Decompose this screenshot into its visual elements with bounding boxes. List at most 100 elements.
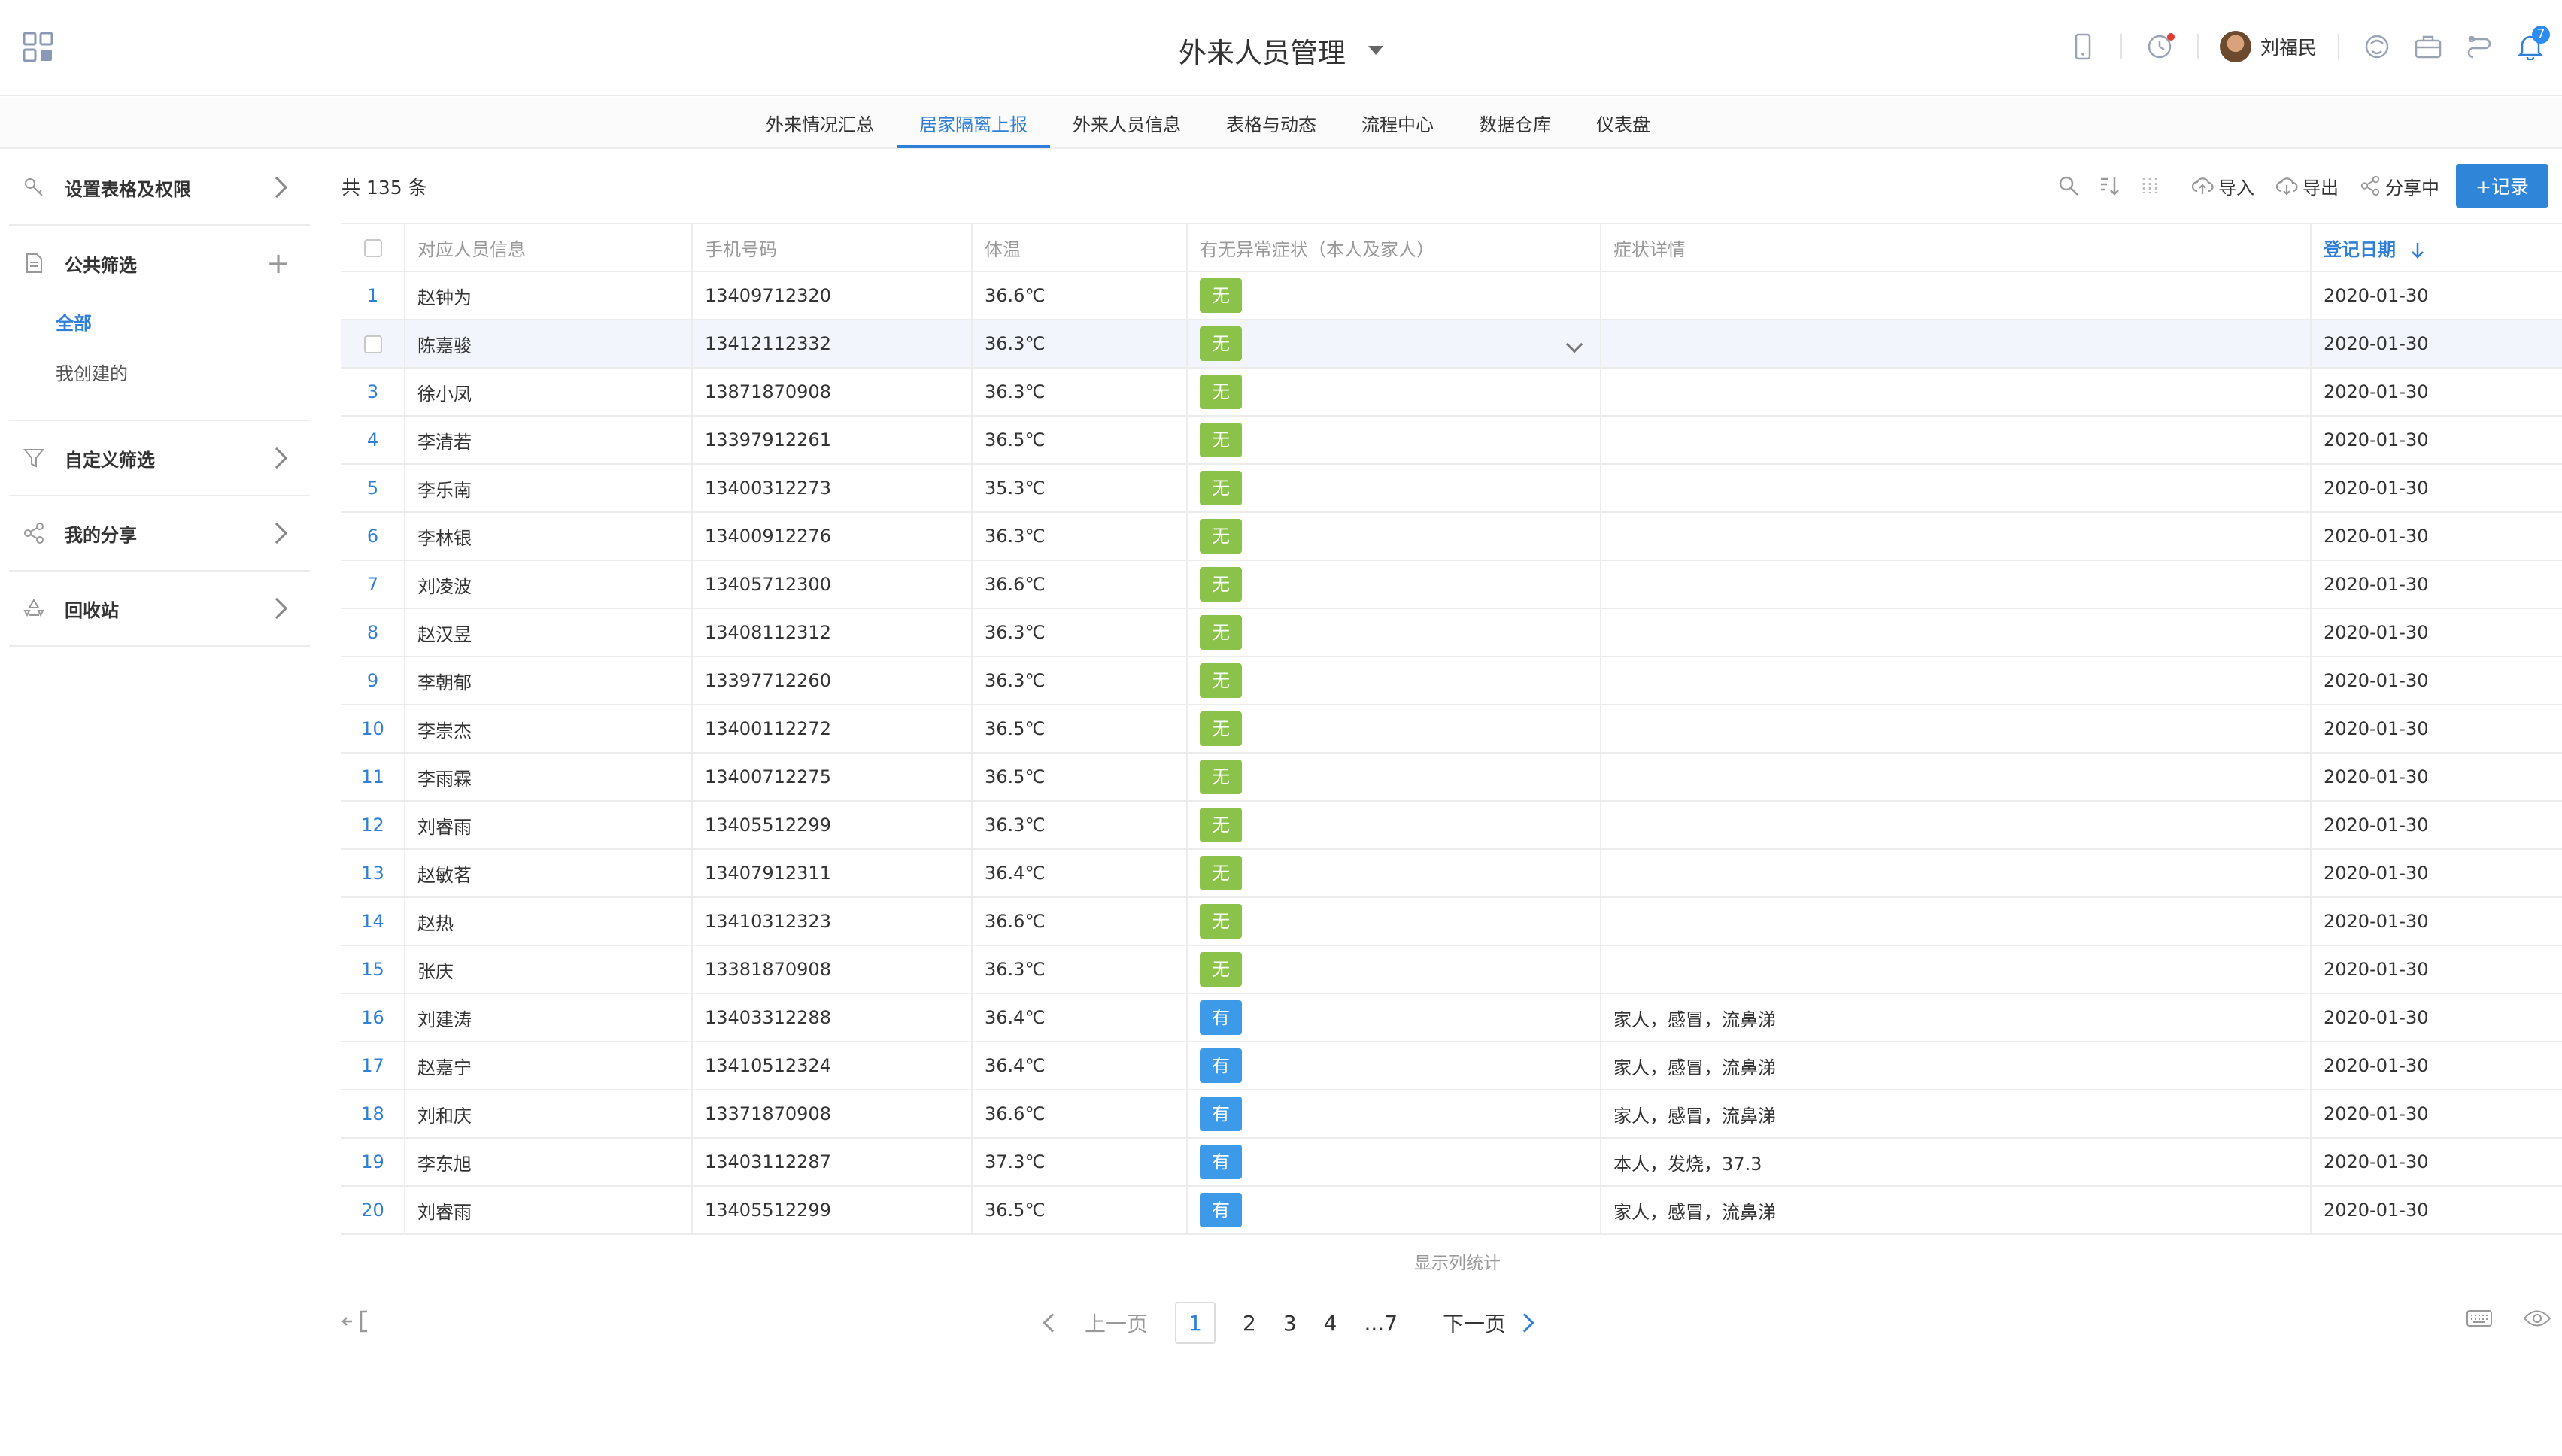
cell-symptom[interactable]: 无 xyxy=(1187,753,1601,802)
tab-visitor-info[interactable]: 外来人员信息 xyxy=(1050,98,1204,147)
cell-phone[interactable]: 13397712260 xyxy=(692,657,973,705)
cell-register-date[interactable]: 2020-01-30 xyxy=(2311,608,2562,657)
user-menu[interactable]: 刘福民 xyxy=(2219,31,2317,62)
table-row[interactable]: 1 赵钟为 13409712320 36.6℃ 无 2020-01-30 xyxy=(341,271,2562,320)
prev-page-button[interactable]: 上一页 xyxy=(1085,1308,1148,1338)
cell-register-date[interactable]: 2020-01-30 xyxy=(2311,320,2562,369)
cell-person[interactable]: 刘和庆 xyxy=(405,1090,693,1139)
table-row[interactable]: 13 赵敏茗 13407912311 36.4℃ 无 2020-01-30 xyxy=(341,849,2562,898)
cell-person[interactable]: 赵敏茗 xyxy=(405,849,693,898)
sidebar-item-recycle-bin[interactable]: 回收站 xyxy=(9,572,310,647)
import-button[interactable]: 导入 xyxy=(2191,173,2254,199)
cell-person[interactable]: 刘凌波 xyxy=(405,560,693,609)
sidebar-item-my-share[interactable]: 我的分享 xyxy=(9,496,310,572)
cell-symptom-detail[interactable] xyxy=(1601,416,2312,465)
integration-icon[interactable] xyxy=(2463,30,2496,63)
cell-register-date[interactable]: 2020-01-30 xyxy=(2311,849,2562,898)
cell-symptom[interactable]: 无 xyxy=(1187,416,1601,465)
help-icon[interactable] xyxy=(2360,30,2394,63)
keyboard-icon[interactable] xyxy=(2466,1309,2493,1332)
cell-person[interactable]: 刘睿雨 xyxy=(405,801,693,850)
eye-icon[interactable] xyxy=(2523,1309,2551,1333)
cell-phone[interactable]: 13381870908 xyxy=(692,945,973,994)
cell-person[interactable]: 李朝郁 xyxy=(405,657,693,705)
cell-phone[interactable]: 13407912311 xyxy=(692,849,973,898)
sort-icon[interactable] xyxy=(2096,173,2122,199)
cell-phone[interactable]: 13403312288 xyxy=(692,993,973,1042)
columns-icon[interactable] xyxy=(2137,173,2163,199)
collapse-sidebar-icon[interactable] xyxy=(341,1309,372,1339)
cell-temperature[interactable]: 36.3℃ xyxy=(972,801,1188,850)
cell-person[interactable]: 赵嘉宁 xyxy=(405,1042,693,1090)
column-header-register-date[interactable]: 登记日期 xyxy=(2311,223,2562,272)
cell-temperature[interactable]: 36.5℃ xyxy=(972,1186,1188,1235)
cell-phone[interactable]: 13397912261 xyxy=(692,416,973,465)
share-button[interactable]: 分享中 xyxy=(2360,173,2439,199)
cell-phone[interactable]: 13400712275 xyxy=(692,753,973,802)
sidebar-item-settings[interactable]: 设置表格及权限 xyxy=(9,150,310,226)
search-icon[interactable] xyxy=(2056,173,2081,199)
cell-temperature[interactable]: 36.5℃ xyxy=(972,705,1188,754)
cell-phone[interactable]: 13410512324 xyxy=(692,1042,973,1090)
cell-temperature[interactable]: 36.6℃ xyxy=(972,897,1188,946)
add-record-button[interactable]: +记录 xyxy=(2456,164,2548,208)
page-last-button[interactable]: ...7 xyxy=(1364,1311,1398,1336)
tab-workflow-center[interactable]: 流程中心 xyxy=(1339,98,1456,147)
briefcase-icon[interactable] xyxy=(2412,30,2445,63)
cell-temperature[interactable]: 36.5℃ xyxy=(972,416,1188,465)
cell-phone[interactable]: 13371870908 xyxy=(692,1090,973,1139)
cell-temperature[interactable]: 36.6℃ xyxy=(972,271,1188,320)
column-header-temperature[interactable]: 体温 xyxy=(972,223,1188,272)
cell-temperature[interactable]: 36.6℃ xyxy=(972,1090,1188,1139)
cell-symptom-detail[interactable]: 家人，感冒，流鼻涕 xyxy=(1601,1090,2312,1139)
cell-temperature[interactable]: 36.6℃ xyxy=(972,560,1188,609)
history-icon[interactable] xyxy=(2143,30,2176,63)
table-row[interactable]: 18 刘和庆 13371870908 36.6℃ 有 家人，感冒，流鼻涕 2020-01-3… xyxy=(341,1090,2562,1139)
select-all-checkbox[interactable] xyxy=(363,239,382,257)
cell-symptom-detail[interactable] xyxy=(1601,271,2312,320)
table-row[interactable]: 19 李东旭 13403112287 37.3℃ 有 本人，发烧，37.3 2020-01-… xyxy=(341,1138,2562,1187)
cell-person[interactable]: 李林银 xyxy=(405,512,693,561)
cell-symptom-detail[interactable]: 家人，感冒，流鼻涕 xyxy=(1601,1042,2312,1090)
page-2-button[interactable]: 2 xyxy=(1243,1311,1256,1336)
cell-symptom[interactable]: 无 xyxy=(1187,945,1601,994)
cell-symptom[interactable]: 无 xyxy=(1187,271,1601,320)
cell-symptom[interactable]: 无 xyxy=(1187,849,1601,898)
cell-phone[interactable]: 13408112312 xyxy=(692,608,973,657)
sidebar-item-public-filter[interactable]: 公共筛选 + xyxy=(9,226,310,301)
cell-symptom-detail[interactable] xyxy=(1601,897,2312,946)
tab-dashboard[interactable]: 仪表盘 xyxy=(1574,98,1673,147)
cell-symptom-detail[interactable] xyxy=(1601,849,2312,898)
cell-temperature[interactable]: 36.4℃ xyxy=(972,849,1188,898)
cell-symptom[interactable]: 有 xyxy=(1187,1042,1601,1090)
cell-symptom[interactable]: 有 xyxy=(1187,1186,1601,1235)
table-row[interactable]: 12 刘睿雨 13405512299 36.3℃ 无 2020-01-30 xyxy=(341,801,2562,850)
cell-symptom[interactable]: 无 xyxy=(1187,705,1601,754)
cell-symptom-detail[interactable] xyxy=(1601,801,2312,850)
cell-person[interactable]: 李清若 xyxy=(405,416,693,465)
cell-phone[interactable]: 13400912276 xyxy=(692,512,973,561)
cell-symptom-detail[interactable] xyxy=(1601,368,2312,417)
cell-register-date[interactable]: 2020-01-30 xyxy=(2311,416,2562,465)
cell-register-date[interactable]: 2020-01-30 xyxy=(2311,1090,2562,1139)
cell-register-date[interactable]: 2020-01-30 xyxy=(2311,512,2562,561)
cell-register-date[interactable]: 2020-01-30 xyxy=(2311,560,2562,609)
column-stats-link[interactable]: 显示列统计 xyxy=(1414,1248,1501,1274)
cell-phone[interactable]: 13410312323 xyxy=(692,897,973,946)
next-page-button[interactable]: 下一页 xyxy=(1443,1308,1506,1338)
cell-phone[interactable]: 13400312273 xyxy=(692,464,973,513)
bell-icon[interactable]: 7 xyxy=(2514,26,2550,63)
table-row[interactable]: 11 李雨霖 13400712275 36.5℃ 无 2020-01-30 xyxy=(341,753,2562,802)
table-row[interactable]: 17 赵嘉宁 13410512324 36.4℃ 有 家人，感冒，流鼻涕 2020-01-3… xyxy=(341,1042,2562,1090)
export-button[interactable]: 导出 xyxy=(2275,173,2339,199)
cell-symptom-detail[interactable] xyxy=(1601,464,2312,513)
cell-symptom[interactable]: 无 xyxy=(1187,560,1601,609)
row-checkbox[interactable] xyxy=(363,335,382,353)
cell-temperature[interactable]: 36.3℃ xyxy=(972,512,1188,561)
cell-register-date[interactable]: 2020-01-30 xyxy=(2311,1042,2562,1090)
table-row[interactable]: 15 张庆 13381870908 36.3℃ 无 2020-01-30 xyxy=(341,945,2562,994)
cell-register-date[interactable]: 2020-01-30 xyxy=(2311,993,2562,1042)
cell-symptom[interactable]: 有 xyxy=(1187,993,1601,1042)
cell-symptom-detail[interactable] xyxy=(1601,753,2312,802)
column-header-person[interactable]: 对应人员信息 xyxy=(405,223,693,272)
